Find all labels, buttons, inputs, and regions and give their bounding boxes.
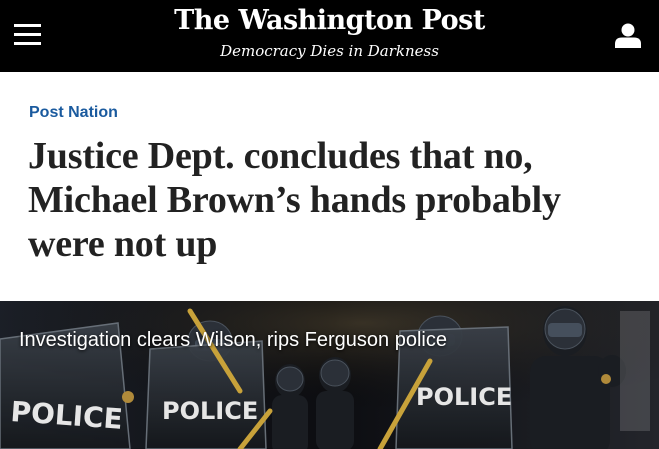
page: The Washington Post Democracy Dies in Da… [0, 0, 659, 449]
lead-photo[interactable]: POLICE POLICE POLICE [0, 301, 659, 449]
site-header: The Washington Post Democracy Dies in Da… [0, 0, 659, 72]
shield-label: POLICE [416, 383, 512, 411]
shield-label: POLICE [162, 397, 258, 425]
user-account-icon[interactable] [614, 22, 642, 48]
photo-caption: Investigation clears Wilson, rips Fergus… [19, 329, 447, 351]
site-tagline: Democracy Dies in Darkness [220, 42, 439, 60]
article-headline: Justice Dept. concludes that no, Michael… [28, 135, 561, 265]
section-link-post-nation[interactable]: Post Nation [29, 102, 118, 124]
site-logo[interactable]: The Washington Post [0, 4, 659, 38]
